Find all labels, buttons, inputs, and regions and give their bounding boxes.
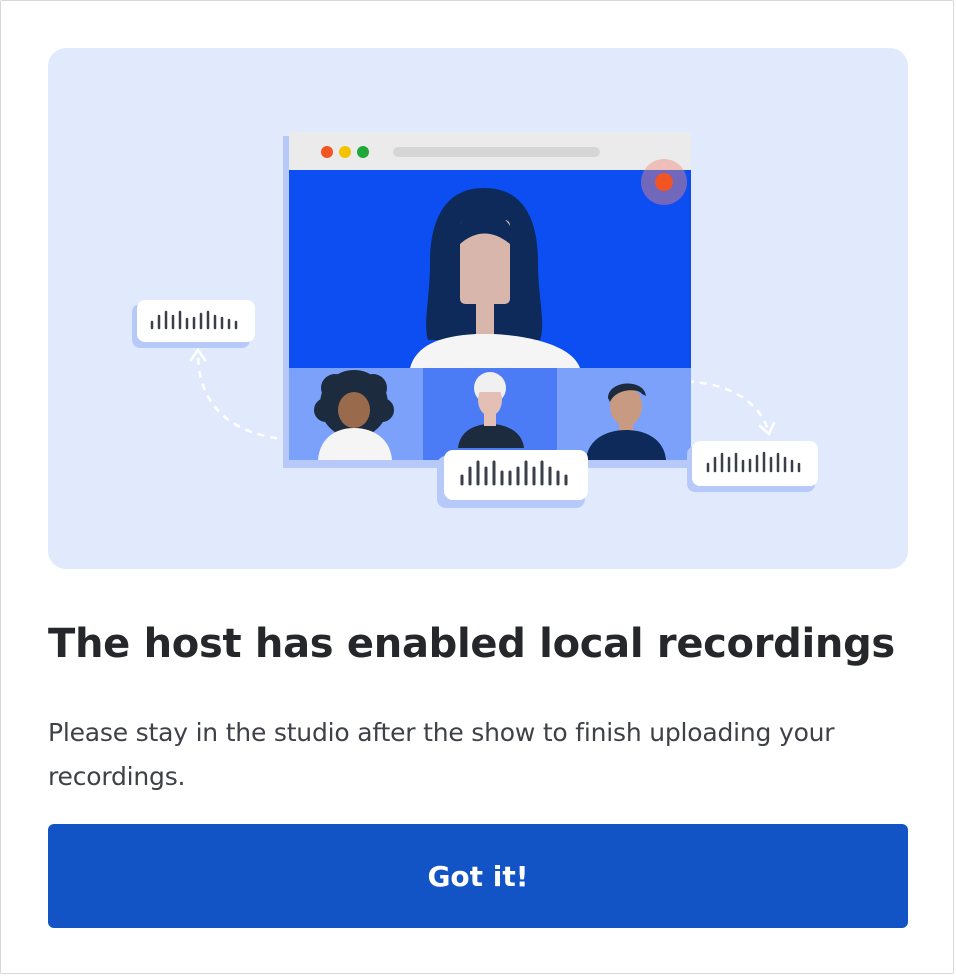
waveform-right-icon <box>687 441 818 492</box>
video-call-illustration <box>132 132 818 508</box>
got-it-button[interactable]: Got it! <box>48 824 908 928</box>
waveform-center-icon <box>437 450 588 508</box>
illustration-panel <box>48 48 908 569</box>
local-recording-dialog: The host has enabled local recordings Pl… <box>0 0 954 974</box>
dialog-description: Please stay in the studio after the show… <box>48 718 835 791</box>
dialog-title: The host has enabled local recordings <box>48 621 895 667</box>
participant-avatar-icon <box>314 370 394 460</box>
waveform-left-icon <box>132 300 255 348</box>
browser-window-icon <box>283 132 691 468</box>
recording-indicator-icon <box>641 159 687 205</box>
